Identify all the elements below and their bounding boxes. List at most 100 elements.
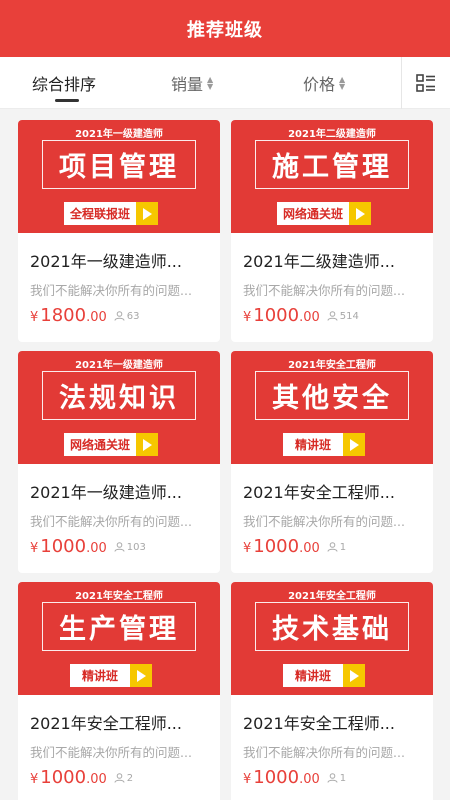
sort-tab-sales[interactable]: 销量 ▲ ▼ xyxy=(171,57,213,109)
cover-subtitle: 2021年一级建造师 xyxy=(18,356,220,371)
sort-tab-label: 综合排序 xyxy=(32,75,97,94)
user-icon xyxy=(327,773,338,783)
student-count: 1 xyxy=(327,542,346,553)
price-integer: 1000 xyxy=(253,305,300,326)
price-decimal: .00 xyxy=(299,772,320,787)
cover-subtitle: 2021年一级建造师 xyxy=(18,125,220,140)
course-card[interactable]: 2021年一级建造师 法规知识 网络通关班 2021年一级建造师... 我们不能… xyxy=(18,351,220,573)
play-icon xyxy=(343,433,366,456)
cover-subtitle: 2021年安全工程师 xyxy=(231,356,433,371)
course-title: 2021年安全工程师... xyxy=(243,483,395,502)
cover-title: 技术基础 xyxy=(272,614,392,645)
price-currency: ¥ xyxy=(243,310,252,325)
cover-subtitle: 2021年安全工程师 xyxy=(231,587,433,602)
user-icon xyxy=(327,311,338,321)
cover-title: 施工管理 xyxy=(272,152,392,183)
course-card[interactable]: 2021年安全工程师 生产管理 精讲班 2021年安全工程师... 我们不能解决… xyxy=(18,582,220,800)
student-count: 1 xyxy=(327,773,346,784)
course-card[interactable]: 2021年一级建造师 项目管理 全程联报班 2021年一级建造师... 我们不能… xyxy=(18,120,220,342)
top-bar: 推荐班级 xyxy=(0,0,450,57)
cover-subtitle: 2021年安全工程师 xyxy=(18,587,220,602)
play-icon xyxy=(136,433,159,456)
student-count: 2 xyxy=(114,773,133,784)
course-cover: 2021年二级建造师 施工管理 网络通关班 xyxy=(231,120,433,233)
course-title: 2021年一级建造师... xyxy=(30,252,182,271)
play-icon xyxy=(343,664,366,687)
cover-badge: 精讲班 xyxy=(70,664,153,687)
course-cover: 2021年一级建造师 项目管理 全程联报班 xyxy=(18,120,220,233)
cover-badge-label: 全程联报班 xyxy=(64,202,137,225)
active-tab-indicator xyxy=(55,99,79,102)
course-cover: 2021年一级建造师 法规知识 网络通关班 xyxy=(18,351,220,464)
course-cover: 2021年安全工程师 生产管理 精讲班 xyxy=(18,582,220,695)
cover-badge-label: 精讲班 xyxy=(283,664,344,687)
cover-badge: 精讲班 xyxy=(283,664,366,687)
price-currency: ¥ xyxy=(30,310,39,325)
course-card[interactable]: 2021年安全工程师 技术基础 精讲班 2021年安全工程师... 我们不能解决… xyxy=(231,582,433,800)
cover-title: 法规知识 xyxy=(59,383,179,414)
price-integer: 1800 xyxy=(40,305,87,326)
course-price: ¥ 1000 .00 2 xyxy=(30,767,133,791)
cover-badge: 网络通关班 xyxy=(277,202,372,225)
cover-title: 项目管理 xyxy=(59,152,179,183)
price-currency: ¥ xyxy=(30,772,39,787)
student-count-value: 1 xyxy=(339,541,347,553)
cover-badge-label: 网络通关班 xyxy=(277,202,350,225)
course-price: ¥ 1000 .00 1 xyxy=(243,536,346,560)
cover-badge: 网络通关班 xyxy=(64,433,159,456)
cover-badge: 全程联报班 xyxy=(64,202,159,225)
course-description: 我们不能解决你所有的问题... xyxy=(243,283,405,298)
play-icon xyxy=(130,664,153,687)
cover-badge-label: 精讲班 xyxy=(70,664,131,687)
list-view-toggle[interactable] xyxy=(401,57,450,109)
student-count: 103 xyxy=(114,542,146,553)
sort-tab-label: 价格 xyxy=(303,75,336,94)
cover-badge-label: 网络通关班 xyxy=(64,433,137,456)
course-title: 2021年一级建造师... xyxy=(30,483,182,502)
course-cover: 2021年安全工程师 其他安全 精讲班 xyxy=(231,351,433,464)
course-title: 2021年安全工程师... xyxy=(30,714,182,733)
student-count: 514 xyxy=(327,311,359,322)
sort-arrows-icon: ▲ ▼ xyxy=(207,75,214,91)
price-integer: 1000 xyxy=(40,536,87,557)
user-icon xyxy=(327,542,338,552)
price-integer: 1000 xyxy=(253,767,300,788)
course-title: 2021年安全工程师... xyxy=(243,714,395,733)
play-icon xyxy=(349,202,372,225)
cover-subtitle-text: 2021年安全工程师 xyxy=(283,591,381,602)
course-description: 我们不能解决你所有的问题... xyxy=(30,283,192,298)
student-count-value: 63 xyxy=(126,310,140,322)
price-decimal: .00 xyxy=(86,541,107,556)
student-count-value: 1 xyxy=(339,772,347,784)
course-price: ¥ 1000 .00 514 xyxy=(243,305,359,329)
course-cover: 2021年安全工程师 技术基础 精讲班 xyxy=(231,582,433,695)
course-card[interactable]: 2021年二级建造师 施工管理 网络通关班 2021年二级建造师... 我们不能… xyxy=(231,120,433,342)
play-icon xyxy=(136,202,159,225)
student-count-value: 2 xyxy=(126,772,134,784)
course-price: ¥ 1000 .00 103 xyxy=(30,536,146,560)
course-card[interactable]: 2021年安全工程师 其他安全 精讲班 2021年安全工程师... 我们不能解决… xyxy=(231,351,433,573)
cover-title: 生产管理 xyxy=(59,614,179,645)
course-price: ¥ 1800 .00 63 xyxy=(30,305,140,329)
price-decimal: .00 xyxy=(86,772,107,787)
user-icon xyxy=(114,311,125,321)
price-decimal: .00 xyxy=(299,541,320,556)
cover-subtitle: 2021年二级建造师 xyxy=(231,125,433,140)
sort-tab-label: 销量 xyxy=(171,75,204,94)
page-title: 推荐班级 xyxy=(187,19,263,41)
student-count: 63 xyxy=(114,311,140,322)
price-currency: ¥ xyxy=(30,541,39,556)
cover-subtitle-text: 2021年一级建造师 xyxy=(70,129,168,140)
course-description: 我们不能解决你所有的问题... xyxy=(243,745,405,760)
list-view-icon xyxy=(416,74,435,92)
price-integer: 1000 xyxy=(40,767,87,788)
cover-subtitle-text: 2021年一级建造师 xyxy=(70,360,168,371)
sort-arrows-icon: ▲ ▼ xyxy=(339,75,346,91)
user-icon xyxy=(114,542,125,552)
cover-badge-label: 精讲班 xyxy=(283,433,344,456)
course-description: 我们不能解决你所有的问题... xyxy=(30,745,192,760)
sort-tab-price[interactable]: 价格 ▲ ▼ xyxy=(303,57,345,109)
student-count-value: 103 xyxy=(126,541,146,553)
user-icon xyxy=(114,773,125,783)
course-description: 我们不能解决你所有的问题... xyxy=(243,514,405,529)
